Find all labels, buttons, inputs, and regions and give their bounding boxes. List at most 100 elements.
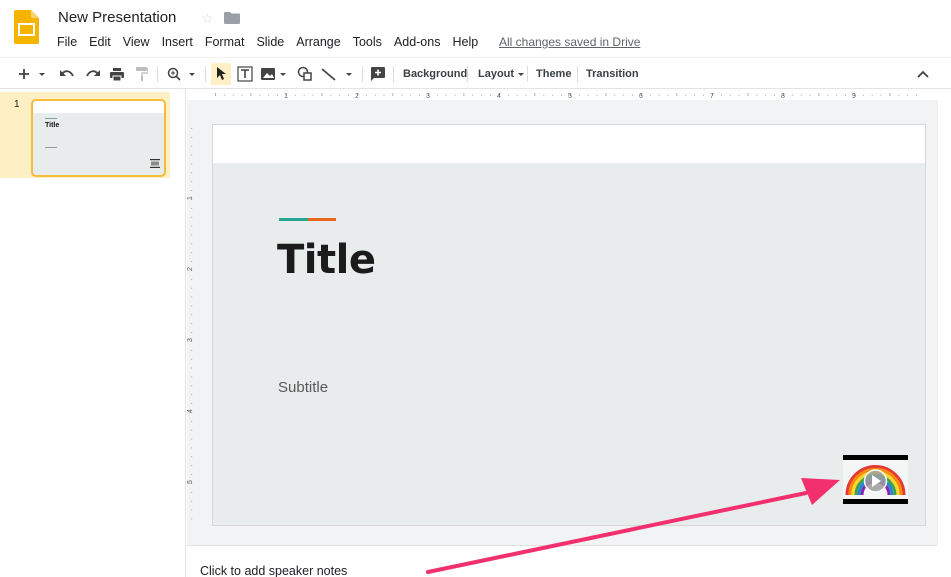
ruler-tick xyxy=(623,94,625,96)
slide-number: 1 xyxy=(14,99,20,110)
thumbnail-subtitle-line xyxy=(45,147,57,148)
ruler-tick xyxy=(676,93,678,96)
ruler-tick xyxy=(791,94,793,96)
ruler-tick xyxy=(516,94,518,96)
ruler-tick xyxy=(191,323,193,325)
ruler-tick xyxy=(191,287,193,289)
menu-edit[interactable]: Edit xyxy=(83,34,117,52)
ruler-tick xyxy=(268,94,270,96)
save-status-link[interactable]: All changes saved in Drive xyxy=(499,35,640,49)
toolbar-separator xyxy=(527,66,528,82)
background-button[interactable]: Background xyxy=(403,64,467,84)
ruler-tick xyxy=(191,163,193,165)
ruler-label: 1 xyxy=(284,93,288,100)
text-box-icon xyxy=(237,66,253,82)
menu-help[interactable]: Help xyxy=(446,34,484,52)
menu-slide[interactable]: Slide xyxy=(250,34,290,52)
ruler-label: 3 xyxy=(187,338,194,342)
ruler-tick xyxy=(809,94,811,96)
ruler-tick xyxy=(401,94,403,96)
ruler-tick xyxy=(191,278,193,280)
toolbar: Background Layout Theme Transition xyxy=(0,57,951,89)
ruler-tick xyxy=(561,94,562,96)
line-button[interactable] xyxy=(320,63,356,85)
chevron-up-icon xyxy=(917,70,929,78)
ruler-tick xyxy=(191,491,193,493)
ruler-tick xyxy=(215,93,216,96)
ruler-tick xyxy=(756,94,758,96)
layout-button[interactable]: Layout xyxy=(478,64,526,84)
insert-image-button[interactable] xyxy=(260,63,290,85)
ruler-tick xyxy=(596,94,598,96)
ruler-tick xyxy=(191,261,193,262)
ruler-tick xyxy=(738,94,740,96)
slide-thumbnail[interactable]: Title xyxy=(31,99,166,177)
horizontal-ruler[interactable]: 1 2 3 4 5 6 7 8 9 xyxy=(213,90,925,100)
shape-button[interactable] xyxy=(296,63,314,85)
embedded-video[interactable] xyxy=(843,455,908,504)
ruler-tick xyxy=(374,94,376,96)
title-accent-line[interactable] xyxy=(279,218,336,221)
new-slide-button[interactable] xyxy=(18,63,48,85)
folder-icon[interactable] xyxy=(224,12,240,24)
thumbnail-video-icon xyxy=(150,159,160,168)
redo-button[interactable] xyxy=(84,63,102,85)
app-header: New Presentation ☆ File Edit View Insert… xyxy=(0,0,951,57)
ruler-tick xyxy=(720,94,722,96)
ruler-tick xyxy=(703,94,704,96)
speaker-notes-placeholder[interactable]: Click to add speaker notes xyxy=(200,564,347,577)
document-title[interactable]: New Presentation xyxy=(58,9,176,26)
toolbar-separator xyxy=(467,66,468,82)
transition-button[interactable]: Transition xyxy=(586,64,639,84)
menu-format[interactable]: Format xyxy=(199,34,251,52)
ruler-tick xyxy=(534,93,536,96)
ruler-tick xyxy=(191,145,193,147)
ruler-tick xyxy=(191,243,193,245)
menu-tools[interactable]: Tools xyxy=(347,34,388,52)
speaker-notes-divider[interactable] xyxy=(187,545,937,555)
ruler-tick xyxy=(259,94,261,96)
add-comment-button[interactable] xyxy=(369,63,387,85)
menu-insert[interactable]: Insert xyxy=(156,34,199,52)
zoom-button[interactable] xyxy=(166,63,198,85)
menu-addons[interactable]: Add-ons xyxy=(388,34,447,52)
ruler-tick xyxy=(525,94,527,96)
collapse-toolbar-button[interactable] xyxy=(914,63,932,85)
undo-icon xyxy=(60,70,74,77)
theme-button[interactable]: Theme xyxy=(536,64,571,84)
ruler-tick xyxy=(191,216,193,218)
undo-button[interactable] xyxy=(58,63,76,85)
ruler-tick xyxy=(191,234,193,236)
ruler-tick xyxy=(303,94,305,96)
select-tool-button[interactable] xyxy=(211,63,231,85)
print-icon xyxy=(110,67,124,81)
ruler-tick xyxy=(543,94,545,96)
star-icon[interactable]: ☆ xyxy=(201,10,214,27)
ruler-tick xyxy=(191,314,193,316)
toolbar-separator xyxy=(577,66,578,82)
ruler-tick xyxy=(191,438,193,440)
ruler-label: 5 xyxy=(568,93,572,100)
slide-title-text[interactable]: Title xyxy=(277,237,376,283)
menu-arrange[interactable]: Arrange xyxy=(290,34,346,52)
ruler-tick xyxy=(614,94,616,96)
ruler-tick xyxy=(250,93,252,96)
menu-view[interactable]: View xyxy=(117,34,156,52)
slides-logo-icon[interactable] xyxy=(14,10,39,44)
ruler-label: 2 xyxy=(355,93,359,100)
vertical-scrollbar[interactable] xyxy=(937,100,951,545)
ruler-tick xyxy=(836,94,838,96)
ruler-tick xyxy=(191,305,193,307)
ruler-tick xyxy=(191,429,193,431)
paint-format-button[interactable] xyxy=(134,63,150,85)
vertical-ruler[interactable]: 1 2 3 4 5 xyxy=(186,126,198,524)
ruler-tick xyxy=(191,385,193,387)
filmstrip-slide-item[interactable]: 1 Title xyxy=(0,92,170,178)
print-button[interactable] xyxy=(109,63,125,85)
ruler-label: 6 xyxy=(639,93,643,100)
slide-editor[interactable]: Title Subtitle xyxy=(213,125,925,525)
ruler-tick xyxy=(191,128,193,129)
text-box-button[interactable] xyxy=(235,63,255,85)
menu-file[interactable]: File xyxy=(51,34,83,52)
slide-subtitle-text[interactable]: Subtitle xyxy=(278,379,328,396)
